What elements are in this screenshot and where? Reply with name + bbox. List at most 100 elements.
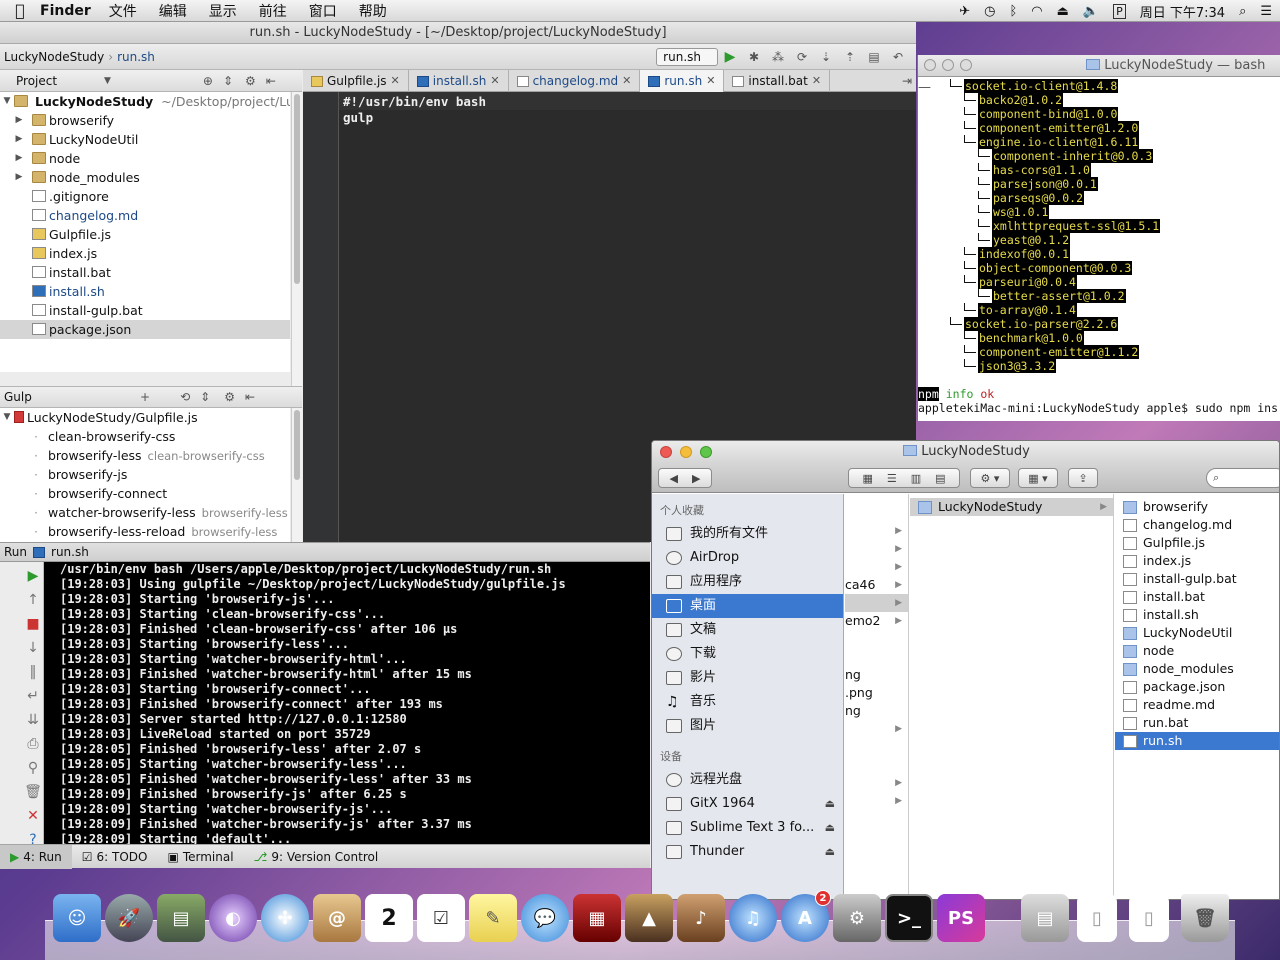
zoom-button[interactable] (960, 59, 972, 71)
reminders-icon[interactable]: ☑ (417, 894, 465, 942)
settings-gear-icon[interactable]: ⚙ (245, 74, 256, 88)
collapse-all-icon[interactable]: ⇕ (200, 390, 210, 404)
tree-item[interactable]: changelog.md (0, 206, 290, 225)
itunes-icon[interactable]: ♫ (729, 894, 777, 942)
messages-icon[interactable]: 💬 (521, 894, 569, 942)
minimize-button[interactable] (680, 446, 692, 458)
eject-icon[interactable]: ⏏ (1057, 4, 1069, 19)
cover-flow-icon[interactable]: ▤ (935, 472, 945, 485)
soft-wrap-icon[interactable]: ↵ (24, 688, 42, 706)
wifi-icon[interactable]: ◠ (1031, 4, 1042, 19)
run-console[interactable]: /usr/bin/env bash /Users/apple/Desktop/p… (44, 562, 650, 858)
vcs-commit-icon[interactable]: ⇡ (840, 48, 860, 66)
share-button[interactable]: ⇪ (1068, 468, 1098, 488)
revert-icon[interactable]: ↶ (888, 48, 908, 66)
list-view-icon[interactable]: ☰ (887, 472, 897, 485)
finder-dock-icon[interactable]: ☺ (53, 894, 101, 942)
project-view-select[interactable]: Project (4, 74, 104, 88)
sidebar-item-airdrop[interactable]: AirDrop (652, 546, 843, 570)
menu-app-name[interactable]: Finder (40, 3, 91, 19)
column-item-selected[interactable]: ▶ (845, 594, 908, 612)
file-item[interactable]: install.sh (1115, 606, 1279, 624)
tab-gulpfile[interactable]: Gulpfile.js ✕ (303, 70, 409, 92)
close-icon[interactable]: ✕ (706, 70, 715, 92)
column-item[interactable]: .png (845, 684, 908, 702)
tab-install-sh[interactable]: install.sh ✕ (409, 70, 509, 92)
close-button[interactable] (660, 446, 672, 458)
gulp-task[interactable]: · browserify-less clean-browserify-css (0, 446, 290, 465)
expand-arrow-icon[interactable]: ▼ (2, 408, 12, 427)
gulp-task[interactable]: · browserify-connect (0, 484, 290, 503)
tool-tab-todo[interactable]: ☑ 6: TODO (72, 850, 158, 864)
gulp-root[interactable]: ▼ LuckyNodeStudy/Gulpfile.js (0, 408, 290, 427)
downloads-stack-icon[interactable]: ▤ (1021, 894, 1069, 942)
file-item[interactable]: readme.md (1115, 696, 1279, 714)
document-stack-icon[interactable]: ▯ (1077, 894, 1117, 942)
eject-icon[interactable]: ⏏ (825, 840, 835, 864)
tab-changelog[interactable]: changelog.md ✕ (509, 70, 641, 92)
file-item[interactable]: Gulpfile.js (1115, 534, 1279, 552)
back-icon[interactable]: ◀ (670, 472, 678, 485)
iphoto-icon[interactable]: ▲ (625, 894, 673, 942)
icon-view-icon[interactable]: ▦ (862, 472, 872, 485)
sidebar-item-sublime[interactable]: Sublime Text 3 fo... ⏏ (652, 816, 843, 840)
eject-icon[interactable]: ⏏ (825, 792, 835, 816)
sidebar-item-gitx[interactable]: GitX 1964 ⏏ (652, 792, 843, 816)
code-line-2[interactable]: gulp (303, 110, 916, 126)
debug-icon[interactable]: ✱ (744, 48, 764, 66)
close-button[interactable] (924, 59, 936, 71)
expand-arrow-icon[interactable]: ▼ (2, 92, 12, 111)
close-icon[interactable]: ✕ (812, 70, 821, 92)
close-icon[interactable]: ✕ (391, 70, 400, 92)
zoom-button[interactable] (700, 446, 712, 458)
column-item-selected[interactable]: LuckyNodeStudy ▶ (910, 498, 1113, 516)
pause-icon[interactable]: ‖ (24, 664, 42, 682)
photo-booth-icon[interactable]: ▦ (573, 894, 621, 942)
clock[interactable]: 周日 下午7:34 (1140, 2, 1225, 21)
column-item[interactable]: ca46 ▶ (845, 576, 908, 594)
run-icon[interactable]: ▶ (720, 48, 740, 66)
garageband-icon[interactable]: ♪ (677, 894, 725, 942)
sidebar-item-movies[interactable]: 影片 (652, 666, 843, 690)
close-run-icon[interactable]: ✕ (24, 808, 42, 826)
search-field[interactable]: ⌕ (1206, 468, 1279, 488)
volume-icon[interactable]: 🔈 (1083, 4, 1099, 19)
view-mode-buttons[interactable]: ▦ ☰ ▥ ▤ (848, 468, 960, 488)
action-menu-button[interactable]: ⚙ ▾ (970, 468, 1010, 488)
add-icon[interactable]: + (140, 390, 150, 404)
forward-icon[interactable]: ▶ (692, 472, 700, 485)
gulp-task[interactable]: · watcher-browserify-less browserify-less (0, 503, 290, 522)
system-preferences-icon[interactable]: ⚙ (833, 894, 881, 942)
spotlight-icon[interactable]: ⌕ (1239, 4, 1246, 19)
collapse-arrow-icon[interactable]: ▶ (14, 130, 24, 149)
run-tab-label[interactable]: run.sh (51, 545, 89, 559)
tree-item[interactable]: Gulpfile.js (0, 225, 290, 244)
launchpad-icon[interactable]: 🚀 (105, 894, 153, 942)
input-method-icon[interactable]: P (1113, 3, 1126, 19)
npm-dependency-tree[interactable]: socket.io-client@1.4.8 backo2@1.0.2 compon… (918, 79, 1280, 379)
file-item[interactable]: index.js (1115, 552, 1279, 570)
menu-view[interactable]: 显示 (209, 1, 237, 21)
run-config-select[interactable]: run.sh (656, 47, 718, 66)
gulp-task[interactable]: · clean-browserify-css (0, 427, 290, 446)
tool-tab-terminal[interactable]: ▣ Terminal (157, 850, 243, 864)
tree-item[interactable]: install.bat (0, 263, 290, 282)
tree-item[interactable]: ▶ browserify (0, 111, 290, 130)
menu-help[interactable]: 帮助 (359, 1, 387, 21)
menu-edit[interactable]: 编辑 (159, 1, 187, 21)
tree-item[interactable]: ▶ node (0, 149, 290, 168)
file-item[interactable]: install-gulp.bat (1115, 570, 1279, 588)
safari-icon[interactable]: ✣ (261, 894, 309, 942)
tree-item[interactable]: ▶ LuckyNodeUtil (0, 130, 290, 149)
file-item[interactable]: changelog.md (1115, 516, 1279, 534)
sidebar-item-remote-disc[interactable]: 远程光盘 (652, 768, 843, 792)
file-item[interactable]: install.bat (1115, 588, 1279, 606)
file-item[interactable]: run.bat (1115, 714, 1279, 732)
terminal-prompt-area[interactable]: npm info ok appletekiMac-mini:LuckyNodeS… (918, 387, 1280, 421)
breadcrumb-file[interactable]: run.sh (113, 50, 159, 64)
breadcrumb-project[interactable]: LuckyNodeStudy (0, 50, 108, 64)
refresh-icon[interactable]: ⟲ (180, 390, 190, 404)
eclipse-icon[interactable]: ◐ (209, 894, 257, 942)
sidebar-item-documents[interactable]: 文稿 (652, 618, 843, 642)
gulp-scrollbar[interactable] (291, 408, 302, 542)
